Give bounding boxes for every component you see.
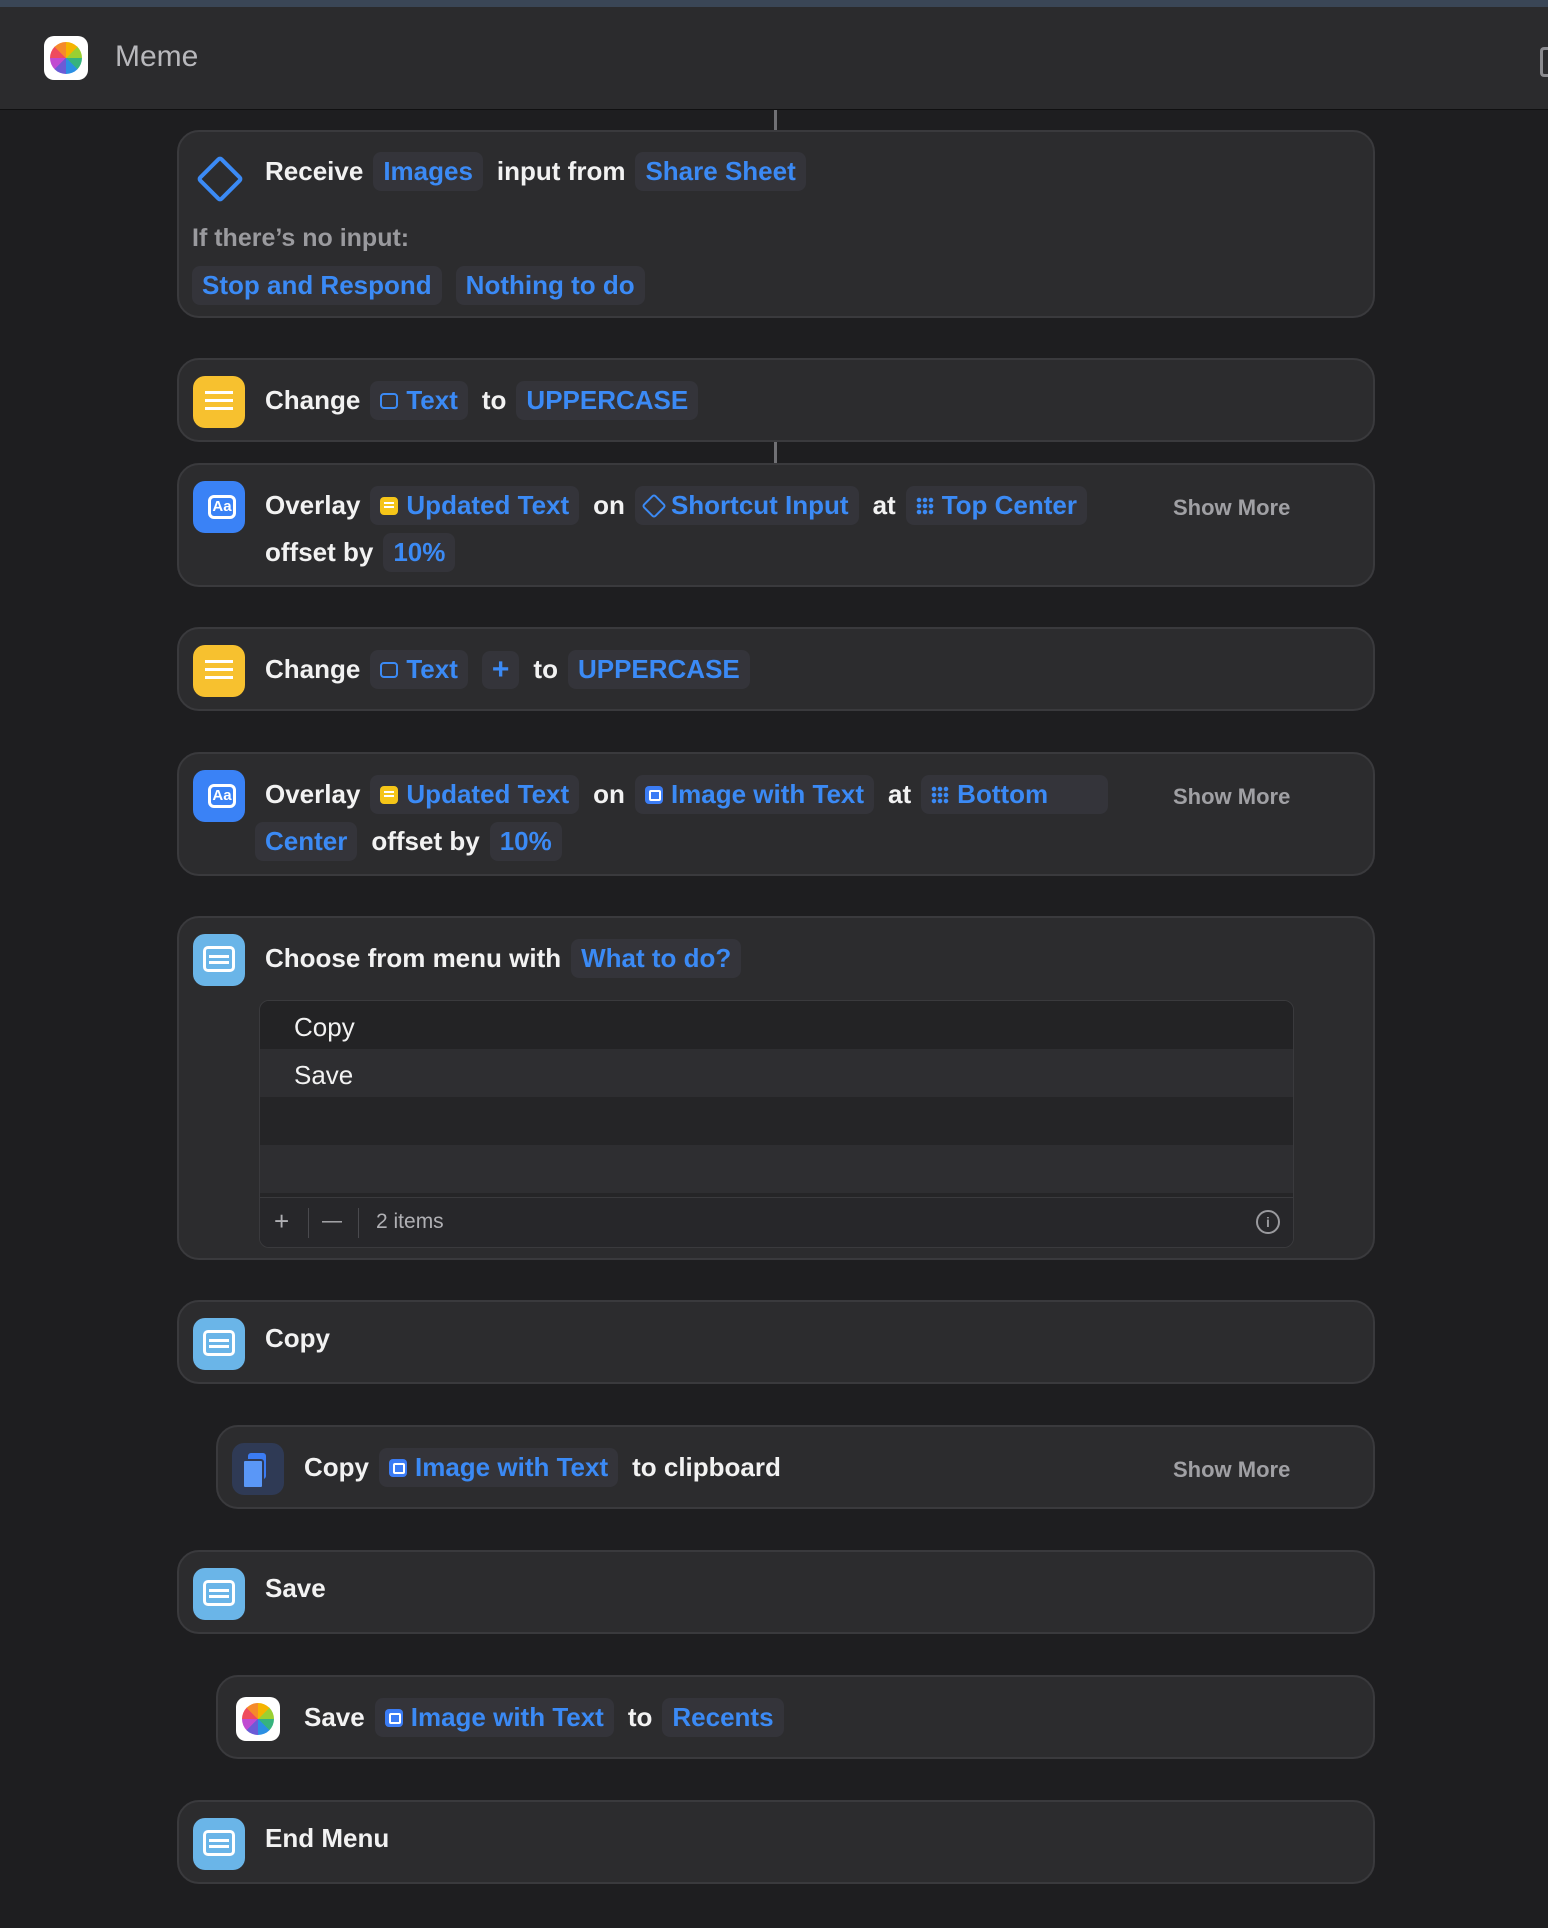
word-change: Change bbox=[265, 654, 361, 684]
item-count: 2 items bbox=[376, 1210, 444, 1233]
overlay-image-mini-icon bbox=[644, 785, 663, 804]
word-to: to bbox=[627, 1702, 653, 1732]
token-offset-10[interactable]: 10% bbox=[383, 533, 456, 572]
receive-input-icon bbox=[193, 148, 245, 200]
list-footer: + — 2 items i bbox=[260, 1197, 1293, 1247]
add-item-button[interactable]: + bbox=[274, 1206, 289, 1237]
token-stop-and-respond[interactable]: Stop and Respond bbox=[192, 266, 442, 305]
shortcut-input-icon bbox=[641, 492, 667, 519]
menu-items-list: Copy Save + — 2 items i bbox=[259, 1000, 1294, 1248]
add-variable-button[interactable]: + bbox=[481, 650, 520, 689]
token-recents[interactable]: Recents bbox=[662, 1698, 784, 1737]
overlay-image-mini-icon bbox=[384, 1708, 403, 1727]
list-item[interactable]: Copy bbox=[260, 1001, 1293, 1049]
menu-icon bbox=[193, 1818, 245, 1870]
word-to-clipboard: to clipboard bbox=[632, 1452, 781, 1482]
word-receive: Receive bbox=[265, 156, 364, 186]
token-updated-text[interactable]: Updated Text bbox=[370, 775, 580, 814]
action-change-case-2[interactable]: Change Text + to UPPERCASE bbox=[177, 627, 1375, 711]
word-choose-from-menu: Choose from menu with bbox=[265, 943, 562, 973]
token-text[interactable]: Text bbox=[370, 381, 468, 420]
word-to: to bbox=[533, 654, 558, 684]
word-on: on bbox=[593, 490, 625, 520]
menu-case-copy[interactable]: Copy bbox=[177, 1300, 1375, 1384]
word-on: on bbox=[593, 779, 625, 809]
window-title: Meme bbox=[115, 40, 199, 73]
token-image-with-text[interactable]: Image with Text bbox=[634, 775, 875, 814]
title-bar: Meme bbox=[0, 7, 1548, 110]
token-images[interactable]: Images bbox=[373, 152, 483, 191]
show-more-button[interactable]: Show More bbox=[1173, 495, 1290, 521]
flow-connector bbox=[774, 110, 777, 132]
end-menu-label: End Menu bbox=[265, 1823, 390, 1853]
word-input-from: input from bbox=[496, 156, 626, 186]
text-case-icon bbox=[193, 376, 245, 428]
overlay-image-mini-icon bbox=[389, 1458, 407, 1477]
divider bbox=[358, 1208, 359, 1238]
clipboard-icon bbox=[232, 1443, 284, 1495]
token-shortcut-input[interactable]: Shortcut Input bbox=[634, 486, 859, 525]
action-save-to-photo-album[interactable]: Save Image with Text to Recents bbox=[216, 1675, 1375, 1759]
chat-bubble-icon bbox=[380, 392, 399, 409]
menu-icon bbox=[193, 1568, 245, 1620]
token-nothing-to-do[interactable]: Nothing to do bbox=[455, 266, 645, 305]
divider bbox=[308, 1208, 309, 1238]
remove-item-button[interactable]: — bbox=[322, 1210, 342, 1233]
word-change: Change bbox=[265, 385, 361, 415]
token-text[interactable]: Text bbox=[370, 650, 468, 689]
token-updated-text[interactable]: Updated Text bbox=[370, 486, 580, 525]
flow-connector bbox=[774, 440, 777, 464]
empty-list-row bbox=[260, 1097, 1293, 1145]
action-end-menu[interactable]: End Menu bbox=[177, 1800, 1375, 1884]
token-image-with-text[interactable]: Image with Text bbox=[379, 1448, 619, 1487]
position-grid-icon bbox=[915, 496, 934, 515]
action-change-case-1[interactable]: Change Text to UPPERCASE bbox=[177, 358, 1375, 442]
word-overlay: Overlay bbox=[265, 779, 361, 809]
info-icon[interactable]: i bbox=[1256, 1210, 1280, 1234]
case-label-copy: Copy bbox=[265, 1323, 330, 1353]
word-copy: Copy bbox=[304, 1452, 369, 1482]
no-input-label: If there’s no input: bbox=[192, 224, 410, 252]
token-share-sheet[interactable]: Share Sheet bbox=[635, 152, 806, 191]
action-receive-input[interactable]: Receive Images input from Share Sheet If… bbox=[177, 130, 1375, 318]
list-item[interactable]: Save bbox=[260, 1049, 1293, 1097]
action-overlay-text-1[interactable]: Overlay Updated Text on Shortcut Input a… bbox=[177, 463, 1375, 587]
token-uppercase[interactable]: UPPERCASE bbox=[516, 381, 699, 420]
overlay-text-icon bbox=[193, 770, 245, 822]
token-bottom-center[interactable]: Bottom bbox=[921, 775, 1109, 814]
action-overlay-text-2[interactable]: Overlay Updated Text on Image with Text … bbox=[177, 752, 1375, 876]
word-offset-by: offset by bbox=[371, 826, 480, 856]
word-save: Save bbox=[304, 1702, 365, 1732]
photos-icon bbox=[236, 1697, 280, 1741]
case-label-save: Save bbox=[265, 1573, 326, 1603]
token-bottom-center-continued[interactable]: Center bbox=[255, 822, 358, 861]
token-top-center[interactable]: Top Center bbox=[905, 486, 1087, 525]
word-overlay: Overlay bbox=[265, 490, 361, 520]
menu-case-save[interactable]: Save bbox=[177, 1550, 1375, 1634]
token-what-to-do[interactable]: What to do? bbox=[571, 939, 742, 978]
text-case-icon bbox=[193, 645, 245, 697]
word-at: at bbox=[888, 779, 912, 809]
menu-icon bbox=[193, 934, 245, 986]
position-grid-icon bbox=[931, 785, 950, 804]
action-copy-to-clipboard[interactable]: Copy Image with Text to clipboard Show M… bbox=[216, 1425, 1375, 1509]
token-offset-10[interactable]: 10% bbox=[489, 822, 562, 861]
top-strip bbox=[0, 0, 1548, 7]
text-case-mini-icon bbox=[380, 785, 399, 804]
text-case-mini-icon bbox=[380, 496, 399, 515]
show-more-button[interactable]: Show More bbox=[1173, 1457, 1290, 1483]
menu-icon bbox=[193, 1318, 245, 1370]
word-to: to bbox=[481, 385, 507, 415]
word-at: at bbox=[872, 490, 896, 520]
empty-list-row bbox=[260, 1145, 1293, 1193]
token-image-with-text[interactable]: Image with Text bbox=[374, 1698, 614, 1737]
word-offset-by: offset by bbox=[265, 537, 374, 567]
sidebar-toggle-icon[interactable] bbox=[1540, 47, 1548, 77]
show-more-button[interactable]: Show More bbox=[1173, 784, 1290, 810]
chat-bubble-icon bbox=[380, 661, 399, 678]
photos-app-icon bbox=[44, 36, 88, 80]
overlay-text-icon bbox=[193, 481, 245, 533]
token-uppercase[interactable]: UPPERCASE bbox=[567, 650, 750, 689]
